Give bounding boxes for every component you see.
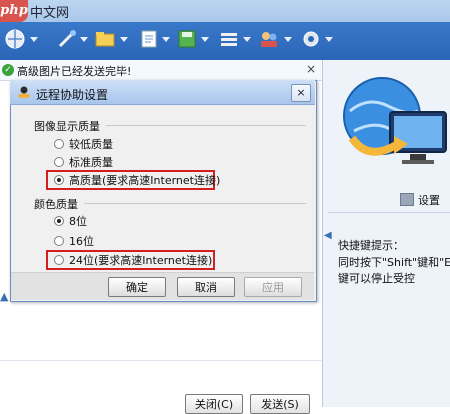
settings-icon[interactable]	[300, 28, 322, 50]
remote-assist-illustration-icon	[328, 66, 450, 186]
chevron-down-icon[interactable]	[325, 37, 333, 42]
group-divider	[84, 203, 306, 204]
dialog-title: 远程协助设置	[36, 88, 109, 102]
cancel-button[interactable]: 取消	[177, 277, 235, 297]
apply-button[interactable]: 应用	[244, 277, 302, 297]
chevron-down-icon[interactable]	[162, 37, 170, 42]
chevron-down-icon[interactable]	[284, 37, 292, 42]
ok-button[interactable]: 确定	[108, 277, 166, 297]
dialog-close-button[interactable]: ×	[291, 84, 311, 102]
label-high-quality[interactable]: 高质量(要求高速Internet连接)	[69, 172, 220, 188]
group-divider	[106, 125, 306, 126]
globe-icon[interactable]	[4, 28, 26, 50]
label-16bit[interactable]: 16位	[69, 233, 94, 249]
close-button[interactable]: 关闭(C)	[185, 394, 243, 414]
radio-8bit[interactable]	[54, 216, 64, 226]
triangle-left-icon[interactable]: ◀	[324, 230, 332, 241]
hotkey-line-2: 键可以停止受控	[338, 272, 415, 285]
people-icon[interactable]	[258, 28, 280, 50]
color-quality-label: 颜色质量	[34, 198, 78, 211]
chevron-down-icon[interactable]	[80, 37, 88, 42]
list-icon[interactable]	[218, 28, 240, 50]
window-title: 中文网	[30, 6, 70, 21]
main-toolbar	[0, 22, 450, 61]
send-button[interactable]: 发送(S)	[250, 394, 310, 414]
user-icon	[17, 86, 31, 99]
label-8bit[interactable]: 8位	[69, 213, 87, 229]
tools-icon[interactable]	[56, 28, 78, 50]
label-low-quality[interactable]: 较低质量	[69, 136, 113, 152]
hotkey-line-1: 同时按下"Shift"键和"ESC"	[338, 256, 450, 269]
chevron-down-icon[interactable]	[243, 37, 251, 42]
label-standard-quality[interactable]: 标准质量	[69, 154, 113, 170]
folder-icon[interactable]	[94, 28, 116, 50]
label-24bit[interactable]: 24位(要求高速Internet连接)	[69, 252, 212, 268]
chevron-down-icon[interactable]	[30, 37, 38, 42]
radio-24bit[interactable]	[54, 255, 64, 265]
settings-link[interactable]: 设置	[418, 192, 440, 208]
chevron-down-icon[interactable]	[120, 37, 128, 42]
radio-standard-quality[interactable]	[54, 157, 64, 167]
php-logo: php	[0, 0, 28, 22]
radio-low-quality[interactable]	[54, 139, 64, 149]
document-icon[interactable]	[138, 28, 160, 50]
chevron-down-icon[interactable]	[201, 37, 209, 42]
right-divider	[328, 212, 450, 213]
hotkey-title: 快捷键提示：	[338, 239, 404, 252]
radio-high-quality[interactable]	[54, 175, 64, 185]
check-icon: ✓	[2, 64, 14, 76]
notice-text: 高级图片已经发送完毕!	[17, 65, 132, 78]
triangle-up-icon[interactable]: ▲	[0, 290, 8, 303]
settings-icon[interactable]	[400, 193, 414, 206]
radio-16bit[interactable]	[54, 236, 64, 246]
save-icon[interactable]	[176, 28, 198, 50]
close-icon[interactable]: ×	[306, 62, 316, 76]
image-quality-label: 图像显示质量	[34, 120, 100, 133]
